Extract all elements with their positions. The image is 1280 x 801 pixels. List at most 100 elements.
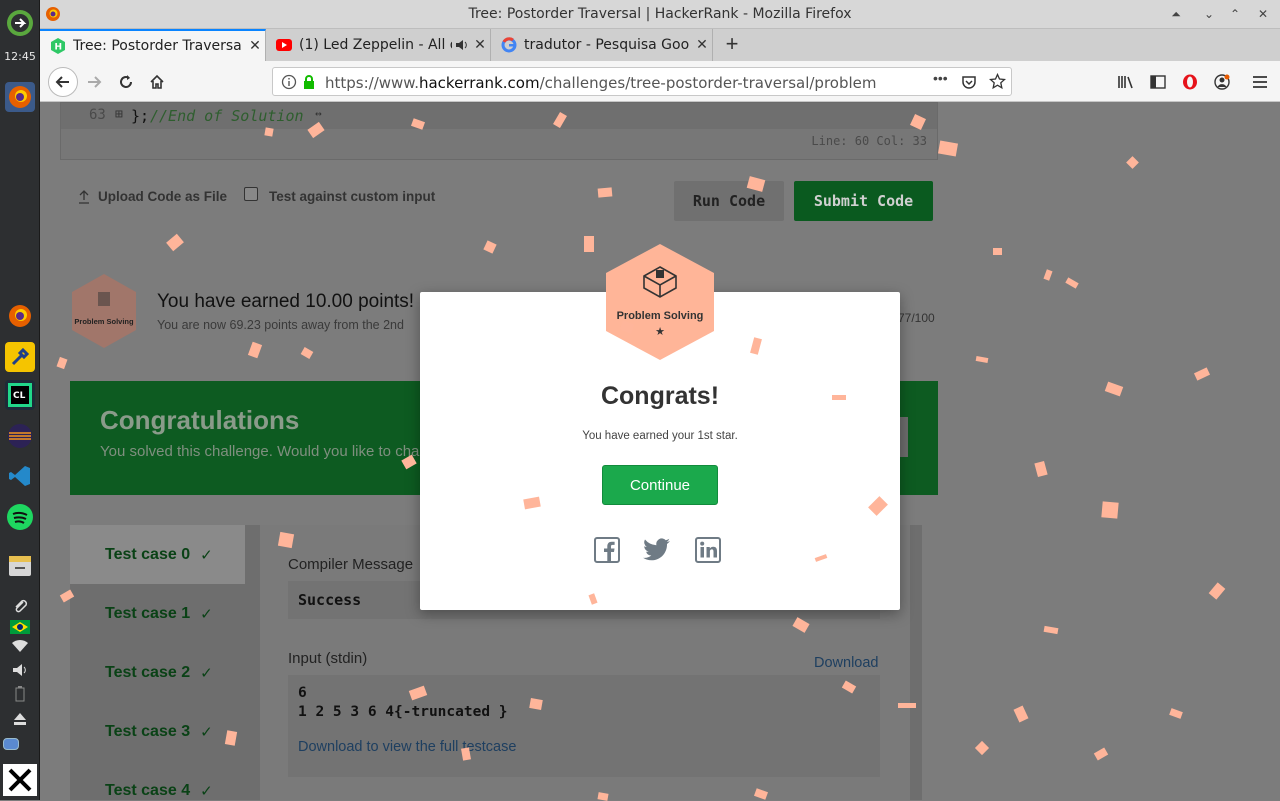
tab-google[interactable]: tradutor - Pesquisa Goo ✕ xyxy=(491,29,713,61)
twitter-icon[interactable] xyxy=(643,536,671,564)
check-icon: ✓ xyxy=(200,605,213,623)
points-progress: 77/100 xyxy=(898,311,935,325)
linkedin-icon[interactable] xyxy=(694,536,722,564)
volume-icon[interactable] xyxy=(5,660,35,680)
modal-heading: Congrats! xyxy=(600,382,720,410)
confetti-piece xyxy=(529,698,543,710)
confetti-piece xyxy=(1101,501,1119,519)
back-icon[interactable] xyxy=(48,67,78,97)
banner-text: You solved this challenge. Would you lik… xyxy=(100,443,420,460)
upload-code-link[interactable]: Upload Code as File xyxy=(98,189,227,204)
confetti-piece xyxy=(898,703,916,708)
confetti-piece xyxy=(264,127,274,137)
continue-button[interactable]: Continue xyxy=(602,465,718,505)
facebook-icon[interactable] xyxy=(593,536,621,564)
files-icon[interactable] xyxy=(5,551,35,581)
maximize-icon[interactable]: ⌃ xyxy=(1226,5,1244,23)
points-earned: You have earned 10.00 points! xyxy=(157,291,415,312)
check-icon: ✓ xyxy=(200,723,213,741)
x-logo-icon[interactable] xyxy=(3,764,37,796)
full-testcase-link[interactable]: Download to view the full testcase xyxy=(298,739,516,755)
close-tab-icon[interactable]: ✕ xyxy=(470,37,490,53)
workspace-indicator[interactable] xyxy=(3,738,19,750)
home-icon[interactable] xyxy=(145,70,169,94)
run-code-button[interactable]: Run Code xyxy=(674,181,784,221)
code-brace: }; xyxy=(131,107,150,125)
test-case-tab[interactable]: Test case 1 ✓ xyxy=(70,584,245,643)
opera-icon[interactable] xyxy=(1178,70,1202,94)
compiler-message-label: Compiler Message xyxy=(288,556,414,573)
custom-input-checkbox[interactable] xyxy=(244,187,258,201)
confetti-piece xyxy=(584,236,594,252)
code-editor[interactable]: 63 ⊞ }; //End of Solution ↔ Line: 60 Col… xyxy=(60,102,938,160)
url-bar[interactable]: https://www.hackerrank.com/challenges/tr… xyxy=(272,67,1012,96)
firefox-dock-icon[interactable] xyxy=(5,82,35,112)
library-icon[interactable] xyxy=(1114,70,1138,94)
sidebar-icon[interactable] xyxy=(1146,70,1170,94)
vscode-icon[interactable] xyxy=(5,461,35,491)
secure-lock-icon[interactable] xyxy=(302,74,316,95)
input-box: 6 1 2 5 3 6 4{-truncated } Download to v… xyxy=(288,675,880,777)
close-window-icon[interactable]: ✕ xyxy=(1254,5,1272,23)
audio-playing-icon[interactable] xyxy=(454,37,470,53)
account-icon[interactable] xyxy=(1210,70,1234,94)
brazil-flag-icon[interactable] xyxy=(5,616,35,638)
code-comment: //End of Solution xyxy=(150,107,304,125)
dock-clock: 12:45 xyxy=(4,50,36,63)
close-tab-icon[interactable]: ✕ xyxy=(245,38,265,54)
points-away: You are now 69.23 points away from the 2… xyxy=(157,318,404,332)
bookmark-star-icon[interactable] xyxy=(988,72,1007,95)
submit-code-button[interactable]: Submit Code xyxy=(794,181,933,221)
info-icon[interactable] xyxy=(281,74,297,95)
keep-above-icon[interactable]: ⏶ xyxy=(1167,5,1185,23)
wifi-icon[interactable] xyxy=(5,636,35,656)
reload-icon[interactable] xyxy=(114,70,138,94)
compiler-message-value: Success xyxy=(298,591,362,609)
tab-bar: H Tree: Postorder Traversa ✕ (1) Led Zep… xyxy=(40,29,1280,61)
google-favicon-icon xyxy=(501,37,517,53)
problem-solving-star-badge: Problem Solving ★ xyxy=(604,243,716,361)
hamburger-menu-icon[interactable] xyxy=(1248,70,1272,94)
confetti-piece xyxy=(993,248,1002,255)
tab-hackerrank[interactable]: H Tree: Postorder Traversa ✕ xyxy=(40,29,266,61)
check-icon: ✓ xyxy=(200,546,213,564)
update-arrow-icon[interactable] xyxy=(5,8,35,38)
test-case-tab[interactable]: Test case 0 ✓ xyxy=(70,525,245,584)
test-case-tab[interactable]: Test case 2 ✓ xyxy=(70,643,245,702)
close-tab-icon[interactable]: ✕ xyxy=(692,37,712,53)
firefox-launcher-icon[interactable] xyxy=(5,301,35,331)
confetti-piece xyxy=(277,531,295,549)
problem-solving-badge: Problem Solving xyxy=(68,272,140,350)
youtube-favicon-icon xyxy=(276,37,292,53)
badge-label: Problem Solving xyxy=(616,310,704,322)
new-tab-icon[interactable]: + xyxy=(720,33,744,57)
custom-input-label: Test against custom input xyxy=(269,189,436,204)
eclipse-icon[interactable] xyxy=(5,421,35,451)
hackerrank-favicon-icon: H xyxy=(50,38,66,54)
spotify-icon[interactable] xyxy=(5,502,35,532)
pocket-icon[interactable] xyxy=(961,74,977,95)
line-number: 63 xyxy=(89,107,106,123)
minimize-icon[interactable]: ⌄ xyxy=(1200,5,1218,23)
upload-icon[interactable] xyxy=(78,190,90,209)
forward-icon[interactable] xyxy=(82,70,106,94)
battery-icon xyxy=(5,684,35,704)
tools-icon[interactable] xyxy=(5,342,35,372)
download-link[interactable]: Download xyxy=(814,655,879,671)
clion-icon[interactable]: CL xyxy=(5,380,35,410)
tab-youtube[interactable]: (1) Led Zeppelin - All o ✕ xyxy=(266,29,491,61)
system-dock: 12:45 CL xyxy=(0,0,40,800)
banner-button-edge[interactable] xyxy=(900,417,908,457)
test-case-tab[interactable]: Test case 4 ✓ xyxy=(70,761,245,800)
cursor-position: Line: 60 Col: 33 xyxy=(811,134,927,148)
banner-title: Congratulations xyxy=(100,405,300,435)
eject-icon[interactable] xyxy=(5,708,35,730)
fold-ellipsis: ↔ xyxy=(315,107,322,120)
svg-text:CL: CL xyxy=(13,391,26,401)
test-case-tab[interactable]: Test case 3 ✓ xyxy=(70,702,245,761)
confetti-piece xyxy=(832,395,846,400)
svg-text:H: H xyxy=(55,43,63,53)
page-actions-icon[interactable]: ••• xyxy=(933,70,948,86)
fold-marker-icon[interactable]: ⊞ xyxy=(115,107,123,122)
window-title: Tree: Postorder Traversal | HackerRank -… xyxy=(468,6,852,22)
